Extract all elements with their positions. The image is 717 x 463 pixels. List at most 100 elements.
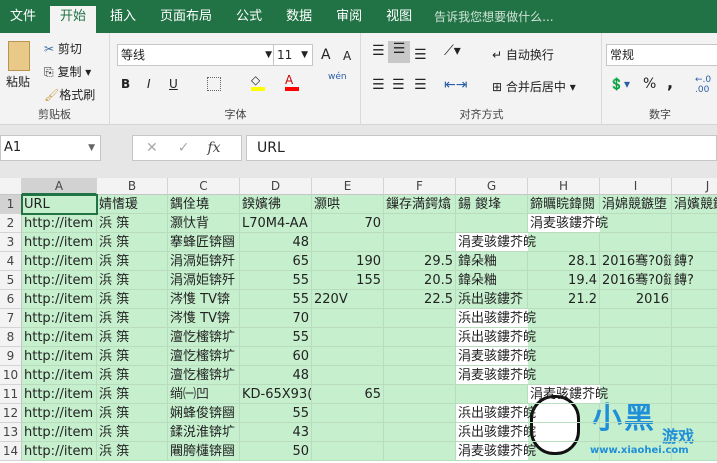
cell-F12[interactable] <box>384 404 456 423</box>
cell-B8[interactable]: 浜 篊 <box>97 328 168 347</box>
cell-J4[interactable]: 鏄? <box>672 252 717 271</box>
italic-button[interactable]: I <box>147 77 151 91</box>
cell-D14[interactable]: 50 <box>240 442 312 461</box>
select-all-corner[interactable] <box>0 178 22 195</box>
increase-decimal-icon[interactable]: ←.0.00 <box>695 75 711 95</box>
cell-F1[interactable]: 鏁存満鍔熻 <box>384 195 456 214</box>
font-size-select[interactable]: 11 ▼ <box>273 44 313 66</box>
cell-B9[interactable]: 浜 篊 <box>97 347 168 366</box>
cell-B14[interactable]: 浜 篊 <box>97 442 168 461</box>
name-box[interactable]: A1 ▼ <box>0 135 101 161</box>
row-header[interactable]: 14 <box>0 442 22 461</box>
cell-F10[interactable] <box>384 366 456 385</box>
tab-1[interactable]: 开始 <box>50 6 97 33</box>
cell-C4[interactable]: 涓滆姖锛歼 <box>168 252 240 271</box>
cell-C7[interactable]: 涔愯 TV锛 <box>168 309 240 328</box>
cell-H4[interactable]: 28.1 <box>528 252 600 271</box>
bold-button[interactable]: B <box>121 77 130 91</box>
cell-E11[interactable]: 65 <box>312 385 384 404</box>
row-header[interactable]: 11 <box>0 385 22 404</box>
row-header[interactable]: 10 <box>0 366 22 385</box>
cell-B11[interactable]: 浜 篊 <box>97 385 168 404</box>
column-header-D[interactable]: D <box>240 178 312 195</box>
cell-G7[interactable]: 浜出骇鏤芥皖 <box>456 309 717 328</box>
cell-G1[interactable]: 鍚 鍐埄 <box>456 195 528 214</box>
cell-E7[interactable] <box>312 309 384 328</box>
cell-A5[interactable]: http://item <box>22 271 97 290</box>
cell-D4[interactable]: 65 <box>240 252 312 271</box>
cell-C1[interactable]: 鍝佺墝 <box>168 195 240 214</box>
cell-A7[interactable]: http://item <box>22 309 97 328</box>
column-header-C[interactable]: C <box>168 178 240 195</box>
cell-C8[interactable]: 澶忔櫁锛圹 <box>168 328 240 347</box>
cell-E13[interactable] <box>312 423 384 442</box>
cell-A2[interactable]: http://item <box>22 214 97 233</box>
cell-D2[interactable]: L70M4-AA <box>240 214 312 233</box>
cell-H1[interactable]: 鍗曞睆鍏閱 <box>528 195 600 214</box>
tab-6[interactable]: 审阅 <box>326 6 372 33</box>
column-header-H[interactable]: H <box>528 178 600 195</box>
enter-icon[interactable]: ✓ <box>178 140 190 156</box>
borders-icon[interactable] <box>207 77 221 91</box>
row-header[interactable]: 13 <box>0 423 22 442</box>
cell-A6[interactable]: http://item <box>22 290 97 309</box>
cell-C12[interactable]: 娴蜂俊锛圝 <box>168 404 240 423</box>
align-top-icon[interactable]: ☰ <box>372 43 385 59</box>
cell-B2[interactable]: 浜 篊 <box>97 214 168 233</box>
row-header[interactable]: 1 <box>0 195 22 214</box>
cell-D13[interactable]: 43 <box>240 423 312 442</box>
wrap-text-button[interactable]: ↵ 自动换行 <box>492 46 554 63</box>
cell-C14[interactable]: 闀胯櫣锛圝 <box>168 442 240 461</box>
cell-A11[interactable]: http://item <box>22 385 97 404</box>
cell-E2[interactable]: 70 <box>312 214 384 233</box>
merge-center-button[interactable]: ⊞ 合并后居中 ▾ <box>492 78 576 95</box>
cell-C11[interactable]: 绱㈠凹 <box>168 385 240 404</box>
column-header-J[interactable]: J <box>672 178 717 195</box>
phonetic-button[interactable]: wén <box>328 72 347 82</box>
paste-button[interactable]: 粘贴 <box>6 73 30 90</box>
cell-A9[interactable]: http://item <box>22 347 97 366</box>
cell-F4[interactable]: 29.5 <box>384 252 456 271</box>
cell-A3[interactable]: http://item <box>22 233 97 252</box>
cell-C9[interactable]: 澶忔櫁锛圹 <box>168 347 240 366</box>
cell-G9[interactable]: 涓麦骇鏤芥皖 <box>456 347 717 366</box>
cell-H2[interactable]: 涓麦骇鏤芥皖 <box>528 214 717 233</box>
cell-E8[interactable] <box>312 328 384 347</box>
column-header-A[interactable]: A <box>22 178 97 195</box>
cancel-icon[interactable]: ✕ <box>146 140 158 156</box>
currency-icon[interactable]: 💲▾ <box>609 77 630 91</box>
row-header[interactable]: 2 <box>0 214 22 233</box>
cell-F9[interactable] <box>384 347 456 366</box>
cell-E12[interactable] <box>312 404 384 423</box>
orientation-icon[interactable]: ⟋▾ <box>444 43 461 59</box>
cell-A1[interactable]: URL <box>22 195 97 214</box>
cell-B1[interactable]: 婧愭瑗 <box>97 195 168 214</box>
cell-D12[interactable]: 55 <box>240 404 312 423</box>
row-header[interactable]: 8 <box>0 328 22 347</box>
insert-function-button[interactable]: fx <box>207 140 220 156</box>
column-header-G[interactable]: G <box>456 178 528 195</box>
cell-H11[interactable]: 涓麦骇鏤芥皖 <box>528 385 717 404</box>
cell-G8[interactable]: 浜出骇鏤芥皖 <box>456 328 717 347</box>
cell-C3[interactable]: 搴蜂匠锛圝 <box>168 233 240 252</box>
cell-G11[interactable] <box>456 385 528 404</box>
cell-I1[interactable]: 涓婂競鏃堕 <box>600 195 672 214</box>
cell-B6[interactable]: 浜 篊 <box>97 290 168 309</box>
cell-F6[interactable]: 22.5 <box>384 290 456 309</box>
cell-G14[interactable]: 涓麦骇鏤芥皖 <box>456 442 717 461</box>
tab-0[interactable]: 文件 <box>0 6 46 33</box>
cell-G6[interactable]: 浜出骇鏤芥 <box>456 290 528 309</box>
column-header-B[interactable]: B <box>97 178 168 195</box>
cell-C13[interactable]: 鍒涚淮锛圹 <box>168 423 240 442</box>
cell-G13[interactable]: 浜出骇鏤芥皖 <box>456 423 717 442</box>
tab-3[interactable]: 页面布局 <box>150 6 222 33</box>
cell-D8[interactable]: 55 <box>240 328 312 347</box>
cell-I4[interactable]: 2016骞?0鏈 <box>600 252 672 271</box>
column-header-I[interactable]: I <box>600 178 672 195</box>
cell-J5[interactable]: 鏄? <box>672 271 717 290</box>
fill-color-button[interactable]: ◇ <box>251 73 265 91</box>
indent-icons[interactable]: ⇤⇥ <box>444 77 467 93</box>
cell-E3[interactable] <box>312 233 384 252</box>
row-header[interactable]: 6 <box>0 290 22 309</box>
cell-B13[interactable]: 浜 篊 <box>97 423 168 442</box>
